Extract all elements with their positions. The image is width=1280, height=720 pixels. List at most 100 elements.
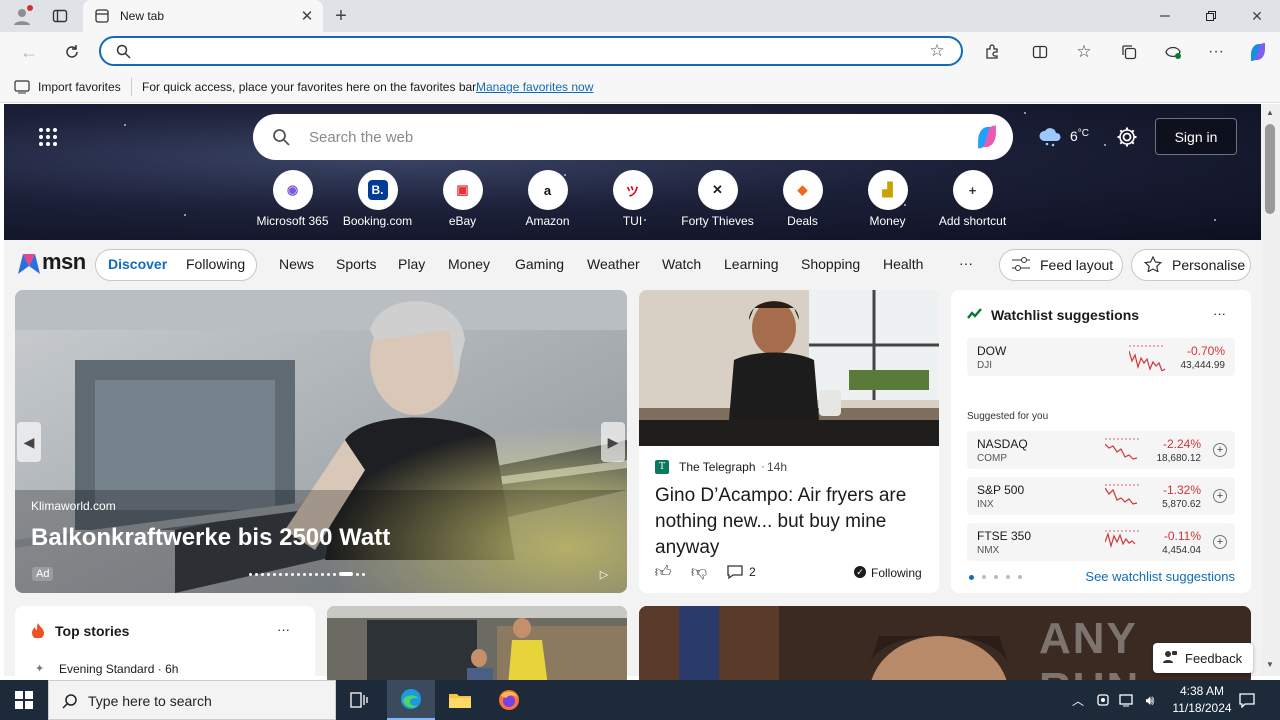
nav-item-learning[interactable]: Learning xyxy=(724,256,779,272)
browser-essentials-icon[interactable] xyxy=(1162,41,1184,63)
feed-layout-button[interactable]: Feed layout xyxy=(999,249,1123,281)
ad-choices-icon[interactable]: ▷ xyxy=(597,567,611,581)
settings-more-icon[interactable]: ··· xyxy=(1205,41,1227,63)
watchlist-row[interactable]: NASDAQ COMP -2.24% 18,680.12 + xyxy=(967,431,1235,469)
shortcut-ebay[interactable]: ▣ eBay xyxy=(420,170,505,228)
volume-icon[interactable]: 🔊︎ xyxy=(1140,690,1160,710)
notifications-icon[interactable] xyxy=(1237,690,1257,710)
collections-icon[interactable] xyxy=(1118,41,1140,63)
story-age: 14h xyxy=(767,460,788,474)
add-to-watchlist-icon[interactable]: + xyxy=(1213,443,1227,457)
restore-icon[interactable] xyxy=(1196,6,1226,26)
msn-logo[interactable]: msn xyxy=(16,249,86,277)
nav-item-money[interactable]: Money xyxy=(448,256,490,272)
feedback-button[interactable]: Feedback xyxy=(1153,643,1253,673)
personalise-button[interactable]: Personalise xyxy=(1131,249,1251,281)
add-to-watchlist-icon[interactable]: + xyxy=(1213,489,1227,503)
add-to-watchlist-icon[interactable]: + xyxy=(1213,535,1227,549)
profile-icon[interactable] xyxy=(10,5,34,27)
task-view-icon[interactable] xyxy=(346,688,372,712)
thumbs-up-icon[interactable]: 👍︎ xyxy=(653,562,673,582)
shortcut-forty-thieves[interactable]: ✕ Forty Thieves xyxy=(675,170,760,228)
comment-count: 2 xyxy=(749,565,756,579)
weather-widget[interactable]: 6°C xyxy=(1038,124,1096,150)
nav-item-news[interactable]: News xyxy=(279,256,314,272)
comment-icon[interactable] xyxy=(725,562,745,582)
nav-item-shopping[interactable]: Shopping xyxy=(801,256,860,272)
show-hidden-icons-icon[interactable]: ︿ xyxy=(1068,690,1088,710)
nav-item-play[interactable]: Play xyxy=(398,256,425,272)
watchlist-more-icon[interactable]: ··· xyxy=(1213,306,1226,321)
shortcut-deals[interactable]: ◆ Deals xyxy=(760,170,845,228)
top-stories-more-icon[interactable]: ··· xyxy=(277,622,290,637)
carousel-prev-icon[interactable]: ◀ xyxy=(17,422,41,462)
hero-ad-card[interactable]: ◀ ▶ Klimaworld.com Balkonkraftwerke bis … xyxy=(15,290,627,593)
close-tab-icon[interactable]: ✕ xyxy=(300,8,314,25)
tab-new-tab[interactable]: New tab ✕ xyxy=(83,0,323,32)
nav-item-sports[interactable]: Sports xyxy=(336,256,376,272)
file-explorer-icon[interactable] xyxy=(436,680,484,720)
shortcut-label: eBay xyxy=(448,214,477,228)
new-tab-icon[interactable]: + xyxy=(331,5,351,27)
scroll-down-icon[interactable]: ▼ xyxy=(1264,658,1276,670)
tab-discover[interactable]: Discover xyxy=(108,256,167,272)
more-nav-icon[interactable]: ··· xyxy=(959,255,973,271)
apps-grid-icon[interactable] xyxy=(36,125,60,149)
watchlist-row[interactable]: FTSE 350 NMX -0.11% 4,454.04 + xyxy=(967,523,1235,561)
taskbar-time[interactable]: 4:38 AM xyxy=(1172,684,1232,698)
shortcut-add-shortcut[interactable]: + Add shortcut xyxy=(930,170,1015,228)
edge-taskbar-icon[interactable] xyxy=(387,680,435,720)
copilot-icon[interactable] xyxy=(1246,40,1270,64)
page-scrollbar[interactable]: ▲ ▼ xyxy=(1261,104,1280,676)
shortcut-money[interactable]: ▟ Money xyxy=(845,170,930,228)
watchlist-pager[interactable] xyxy=(969,575,1022,580)
see-watchlist-link[interactable]: See watchlist suggestions xyxy=(1085,569,1235,584)
close-window-icon[interactable]: ✕ xyxy=(1242,6,1272,26)
meet-now-icon[interactable] xyxy=(1094,690,1114,710)
nav-item-weather[interactable]: Weather xyxy=(587,256,640,272)
address-bar[interactable]: ☆ xyxy=(99,36,963,66)
sign-in-button[interactable]: Sign in xyxy=(1155,118,1237,155)
favorites-icon[interactable]: ☆ xyxy=(1073,41,1095,63)
taskbar-search-box[interactable]: Type here to search xyxy=(48,680,336,720)
minimize-icon[interactable] xyxy=(1150,6,1180,26)
copilot-search-icon[interactable] xyxy=(971,122,1003,152)
back-icon[interactable]: ← xyxy=(18,41,40,63)
story-headline[interactable]: Gino D’Acampo: Air fryers are nothing ne… xyxy=(655,483,925,561)
stock-change: -0.11% xyxy=(1163,529,1201,543)
scroll-thumb[interactable] xyxy=(1265,124,1275,214)
network-icon[interactable] xyxy=(1117,690,1137,710)
shortcut-amazon[interactable]: a Amazon xyxy=(505,170,590,228)
shortcut-label: Amazon xyxy=(525,214,570,228)
shortcut-tui[interactable]: ツ TUI xyxy=(590,170,675,228)
split-screen-icon[interactable] xyxy=(1029,41,1051,63)
tab-following[interactable]: Following xyxy=(186,256,245,272)
watchlist-row[interactable]: S&P 500 INX -1.32% 5,870.62 + xyxy=(967,477,1235,515)
taskbar-date[interactable]: 11/18/2024 xyxy=(1166,701,1238,715)
scroll-up-icon[interactable]: ▲ xyxy=(1264,106,1276,118)
thumbs-down-icon[interactable]: 👎︎ xyxy=(689,562,709,582)
page-settings-gear-icon[interactable] xyxy=(1115,125,1139,149)
firefox-icon[interactable] xyxy=(485,680,533,720)
windows-start-icon[interactable] xyxy=(0,680,48,720)
shortcut-booking-com[interactable]: B. Booking.com xyxy=(335,170,420,228)
tab-actions-icon[interactable] xyxy=(50,6,70,26)
extensions-icon[interactable] xyxy=(981,41,1003,63)
manage-favorites-link[interactable]: Manage favorites now xyxy=(476,80,593,94)
nav-item-health[interactable]: Health xyxy=(883,256,923,272)
carousel-dots[interactable] xyxy=(249,571,399,577)
story-card[interactable]: T The Telegraph · 14h Gino D’Acampo: Air… xyxy=(639,290,939,593)
nav-item-watch[interactable]: Watch xyxy=(662,256,701,272)
web-search-box[interactable]: Search the web xyxy=(253,114,1013,160)
following-label[interactable]: Following xyxy=(871,566,922,580)
import-favorites-button[interactable]: Import favorites xyxy=(38,80,121,94)
nav-item-gaming[interactable]: Gaming xyxy=(515,256,564,272)
shortcut-microsoft-365[interactable]: ◉ Microsoft 365 xyxy=(250,170,335,228)
watchlist-row-primary[interactable]: DOW DJI -0.70% 43,444.99 xyxy=(967,338,1235,376)
carousel-next-icon[interactable]: ▶ xyxy=(601,422,625,462)
refresh-icon[interactable] xyxy=(61,41,83,63)
news-image-card[interactable] xyxy=(327,606,627,686)
add-favorite-star-icon[interactable]: ☆ xyxy=(927,41,947,61)
stocks-trend-icon xyxy=(967,308,983,323)
hero-ad-headline[interactable]: Balkonkraftwerke bis 2500 Watt xyxy=(31,524,390,552)
